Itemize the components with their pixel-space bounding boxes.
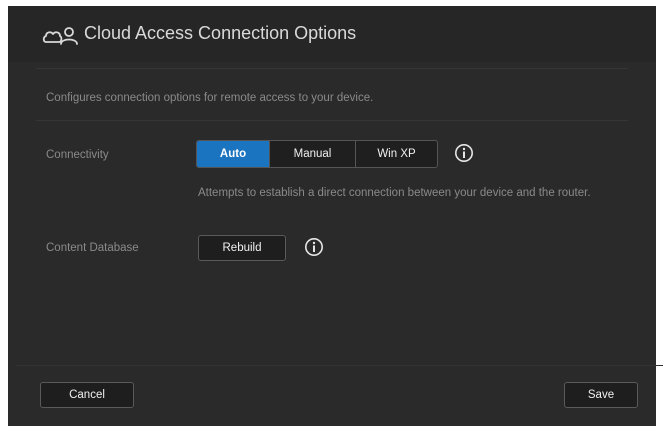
connectivity-hint: Attempts to establish a direct connectio… [198, 187, 591, 199]
connectivity-option-winxp[interactable]: Win XP [355, 141, 437, 167]
connectivity-selector: Auto Manual Win XP [196, 140, 438, 168]
dialog-header: Cloud Access Connection Options [8, 6, 656, 62]
connectivity-info-icon[interactable] [454, 143, 474, 163]
rebuild-button[interactable]: Rebuild [198, 235, 286, 261]
footer-divider [16, 365, 663, 366]
connectivity-option-auto[interactable]: Auto [197, 141, 269, 167]
content-database-label: Content Database [46, 242, 139, 254]
section-divider [36, 120, 628, 121]
cancel-button[interactable]: Cancel [40, 382, 134, 408]
connectivity-label: Connectivity [46, 149, 109, 161]
dialog-title: Cloud Access Connection Options [84, 23, 357, 43]
dialog-description: Configures connection options for remote… [46, 92, 374, 104]
cloud-access-dialog: Cloud Access Connection Options Configur… [8, 6, 663, 426]
header-divider [36, 68, 628, 69]
save-button[interactable]: Save [564, 382, 638, 408]
cloud-user-icon [42, 27, 78, 45]
content-database-info-icon[interactable] [304, 237, 324, 257]
connectivity-option-manual[interactable]: Manual [269, 141, 355, 167]
